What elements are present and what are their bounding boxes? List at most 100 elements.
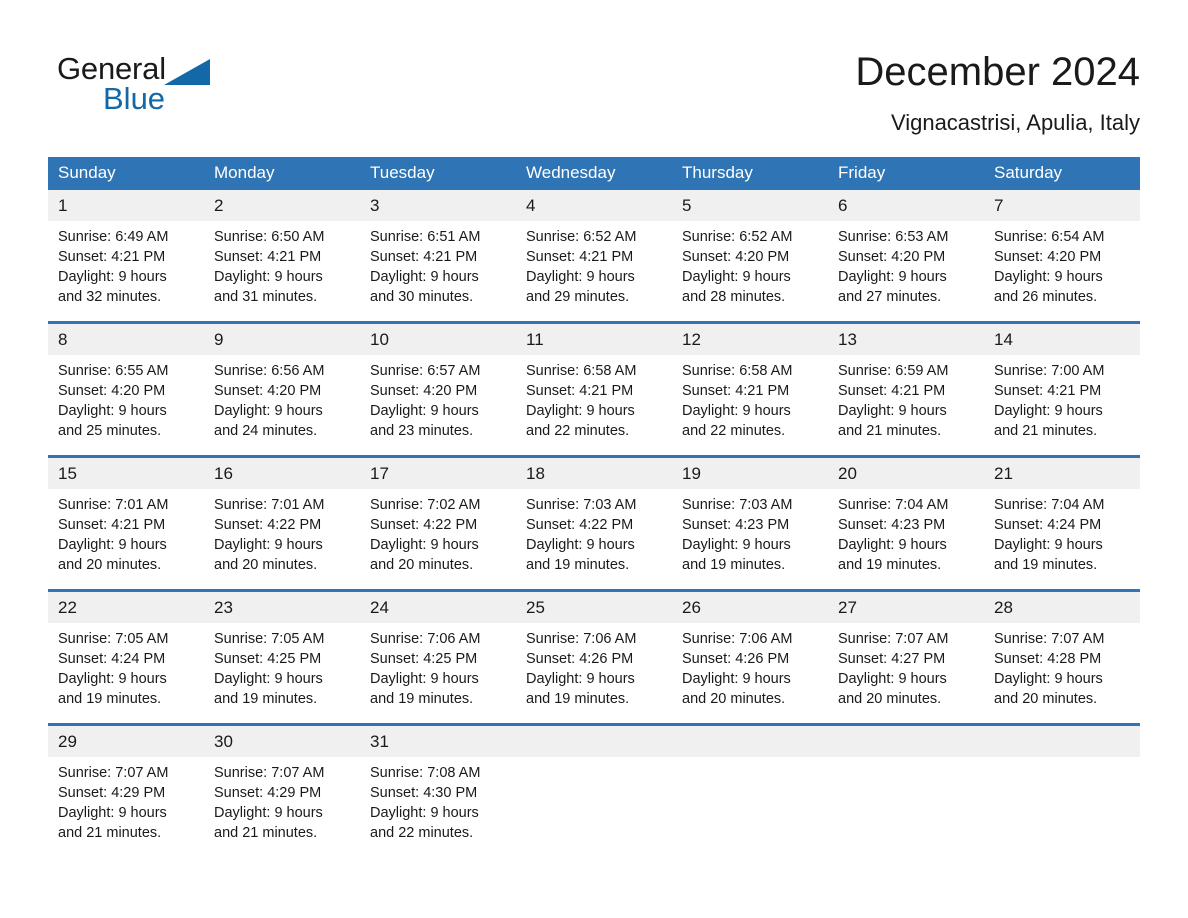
daylight-text-line1: Daylight: 9 hours [682,671,791,687]
day-cell[interactable]: Sunrise: 7:01 AM Sunset: 4:22 PM Daylight:… [204,489,360,589]
daylight-text-line1: Daylight: 9 hours [214,269,323,285]
week-1-detail-row: Sunrise: 6:49 AM Sunset: 4:21 PM Daylight:… [48,221,1140,321]
day-cell[interactable]: Sunrise: 6:51 AM Sunset: 4:21 PM Daylight:… [360,221,516,321]
day-number[interactable]: 13 [828,324,984,355]
logo-top-row: General [57,52,277,86]
title-block: December 2024 Vignacastrisi, Apulia, Ita… [855,48,1140,138]
daylight-text-line1: Daylight: 9 hours [58,269,167,285]
day-number[interactable]: 26 [672,592,828,623]
sunrise-text: Sunrise: 7:07 AM [994,631,1105,647]
day-number[interactable]: 4 [516,190,672,221]
day-cell[interactable]: Sunrise: 6:57 AM Sunset: 4:20 PM Daylight:… [360,355,516,455]
day-number[interactable]: 12 [672,324,828,355]
day-number[interactable]: 3 [360,190,516,221]
day-number[interactable]: 1 [48,190,204,221]
day-cell-empty [672,757,828,857]
day-number[interactable]: 14 [984,324,1140,355]
day-cell[interactable]: Sunrise: 7:03 AM Sunset: 4:23 PM Daylight:… [672,489,828,589]
day-cell[interactable]: Sunrise: 7:07 AM Sunset: 4:28 PM Daylight:… [984,623,1140,723]
daylight-text-line2: and 22 minutes. [682,423,786,439]
day-number[interactable]: 24 [360,592,516,623]
daylight-text-line1: Daylight: 9 hours [370,269,479,285]
day-cell[interactable]: Sunrise: 6:58 AM Sunset: 4:21 PM Daylight:… [516,355,672,455]
day-cell[interactable]: Sunrise: 7:07 AM Sunset: 4:29 PM Daylight:… [204,757,360,857]
day-number[interactable]: 10 [360,324,516,355]
day-cell[interactable]: Sunrise: 7:05 AM Sunset: 4:24 PM Daylight:… [48,623,204,723]
daylight-text-line1: Daylight: 9 hours [526,403,635,419]
day-number[interactable]: 29 [48,726,204,757]
daylight-text-line1: Daylight: 9 hours [682,537,791,553]
day-number[interactable]: 6 [828,190,984,221]
sunset-text: Sunset: 4:20 PM [370,383,478,399]
day-cell[interactable]: Sunrise: 6:55 AM Sunset: 4:20 PM Daylight:… [48,355,204,455]
sunrise-text: Sunrise: 6:53 AM [838,229,949,245]
day-number[interactable]: 15 [48,458,204,489]
day-cell[interactable]: Sunrise: 6:53 AM Sunset: 4:20 PM Daylight:… [828,221,984,321]
day-number-empty [516,726,672,757]
day-cell[interactable]: Sunrise: 7:04 AM Sunset: 4:23 PM Daylight:… [828,489,984,589]
daylight-text-line1: Daylight: 9 hours [994,537,1103,553]
daylight-text-line1: Daylight: 9 hours [526,671,635,687]
daylight-text-line2: and 28 minutes. [682,289,786,305]
day-number[interactable]: 22 [48,592,204,623]
daylight-text-line1: Daylight: 9 hours [214,671,323,687]
day-number[interactable]: 21 [984,458,1140,489]
day-cell[interactable]: Sunrise: 7:06 AM Sunset: 4:26 PM Daylight:… [516,623,672,723]
day-cell[interactable]: Sunrise: 6:56 AM Sunset: 4:20 PM Daylight:… [204,355,360,455]
day-number[interactable]: 23 [204,592,360,623]
day-number[interactable]: 2 [204,190,360,221]
sunrise-text: Sunrise: 7:07 AM [838,631,949,647]
day-number[interactable]: 7 [984,190,1140,221]
daylight-text-line2: and 31 minutes. [214,289,318,305]
sunrise-text: Sunrise: 7:03 AM [682,497,793,513]
day-cell[interactable]: Sunrise: 7:01 AM Sunset: 4:21 PM Daylight:… [48,489,204,589]
day-cell[interactable]: Sunrise: 6:52 AM Sunset: 4:20 PM Daylight:… [672,221,828,321]
day-number[interactable]: 27 [828,592,984,623]
daylight-text-line2: and 32 minutes. [58,289,162,305]
day-cell[interactable]: Sunrise: 7:07 AM Sunset: 4:27 PM Daylight:… [828,623,984,723]
day-cell[interactable]: Sunrise: 6:58 AM Sunset: 4:21 PM Daylight:… [672,355,828,455]
day-number[interactable]: 19 [672,458,828,489]
day-cell[interactable]: Sunrise: 7:06 AM Sunset: 4:25 PM Daylight:… [360,623,516,723]
daylight-text-line2: and 27 minutes. [838,289,942,305]
day-cell[interactable]: Sunrise: 7:00 AM Sunset: 4:21 PM Daylight:… [984,355,1140,455]
day-number[interactable]: 9 [204,324,360,355]
day-number[interactable]: 30 [204,726,360,757]
day-number[interactable]: 11 [516,324,672,355]
day-number[interactable]: 18 [516,458,672,489]
day-number[interactable]: 5 [672,190,828,221]
sunrise-text: Sunrise: 7:08 AM [370,765,481,781]
daylight-text-line1: Daylight: 9 hours [214,403,323,419]
day-cell[interactable]: Sunrise: 7:08 AM Sunset: 4:30 PM Daylight:… [360,757,516,857]
day-cell[interactable]: Sunrise: 7:02 AM Sunset: 4:22 PM Daylight:… [360,489,516,589]
day-cell[interactable]: Sunrise: 6:52 AM Sunset: 4:21 PM Daylight:… [516,221,672,321]
day-cell[interactable]: Sunrise: 6:54 AM Sunset: 4:20 PM Daylight:… [984,221,1140,321]
day-number[interactable]: 16 [204,458,360,489]
day-cell[interactable]: Sunrise: 7:04 AM Sunset: 4:24 PM Daylight:… [984,489,1140,589]
sunrise-text: Sunrise: 6:52 AM [682,229,793,245]
day-number[interactable]: 31 [360,726,516,757]
sunrise-text: Sunrise: 6:58 AM [526,363,637,379]
day-number[interactable]: 20 [828,458,984,489]
sunset-text: Sunset: 4:21 PM [370,249,478,265]
day-cell[interactable]: Sunrise: 7:03 AM Sunset: 4:22 PM Daylight:… [516,489,672,589]
daylight-text-line2: and 20 minutes. [994,691,1098,707]
week-4-daynum-row: 22 23 24 25 26 27 28 [48,592,1140,623]
sunrise-text: Sunrise: 6:52 AM [526,229,637,245]
day-cell[interactable]: Sunrise: 6:50 AM Sunset: 4:21 PM Daylight:… [204,221,360,321]
day-number[interactable]: 25 [516,592,672,623]
general-blue-logo: General Blue [57,52,277,122]
daylight-text-line2: and 19 minutes. [58,691,162,707]
day-cell[interactable]: Sunrise: 7:06 AM Sunset: 4:26 PM Daylight:… [672,623,828,723]
day-number[interactable]: 8 [48,324,204,355]
location-subtitle: Vignacastrisi, Apulia, Italy [890,110,1140,135]
day-number[interactable]: 17 [360,458,516,489]
day-cell[interactable]: Sunrise: 6:59 AM Sunset: 4:21 PM Daylight:… [828,355,984,455]
day-cell[interactable]: Sunrise: 7:07 AM Sunset: 4:29 PM Daylight:… [48,757,204,857]
daylight-text-line2: and 29 minutes. [526,289,630,305]
sunrise-text: Sunrise: 7:03 AM [526,497,637,513]
calendar-page: General Blue December 2024 Vignacastrisi… [0,0,1188,918]
day-number[interactable]: 28 [984,592,1140,623]
day-cell[interactable]: Sunrise: 7:05 AM Sunset: 4:25 PM Daylight:… [204,623,360,723]
day-cell[interactable]: Sunrise: 6:49 AM Sunset: 4:21 PM Daylight:… [48,221,204,321]
